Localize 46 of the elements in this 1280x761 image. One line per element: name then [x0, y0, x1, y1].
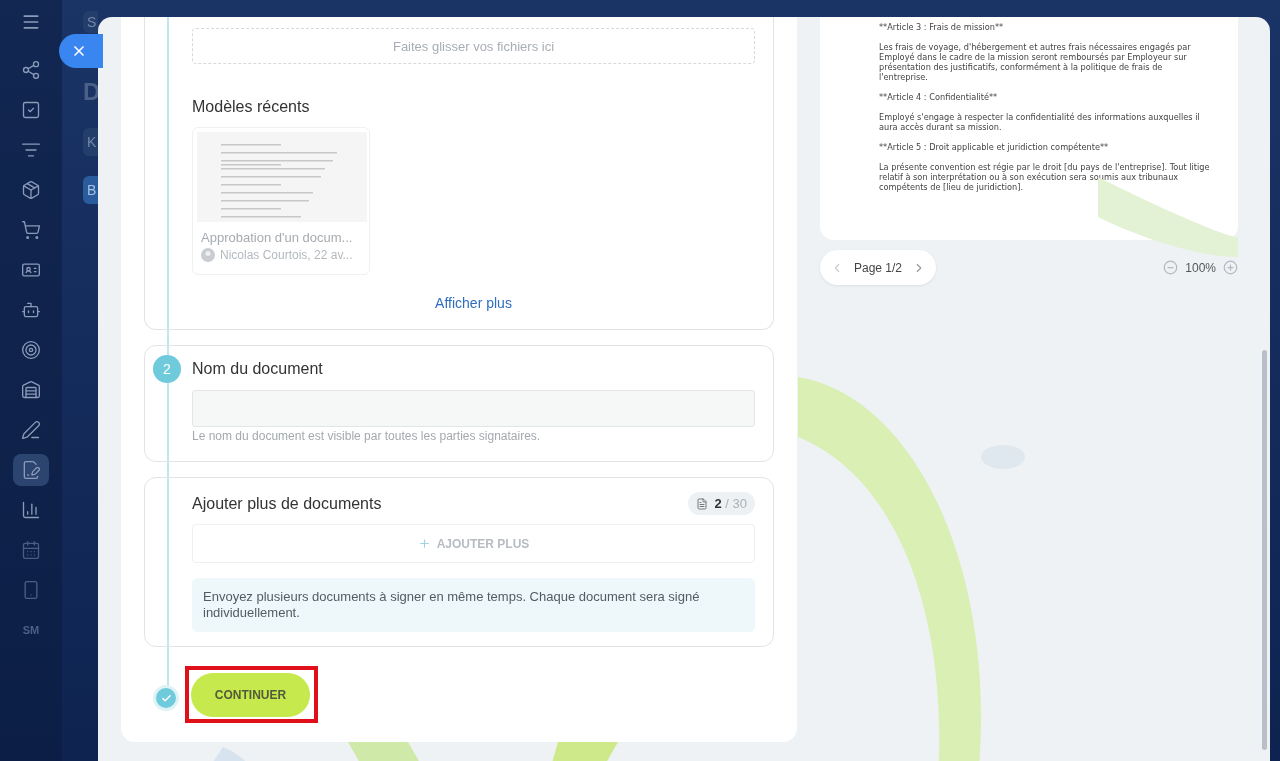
document-paragraph: Employé s'engage à respecter la confidentialité des informations auxquelles il aura accès durant sa mission. [879, 112, 1201, 132]
calendar-icon [21, 540, 41, 560]
document-name-input[interactable] [192, 390, 755, 427]
document-paragraph: **Article 5 : Droit applicable et juridiction compétente** [879, 142, 1110, 152]
step-number: 2 [153, 355, 181, 383]
field-hint: Le nom du document est visible par toutes les parties signataires. [192, 429, 542, 443]
share-icon [21, 60, 41, 80]
menu-icon[interactable] [21, 12, 41, 32]
template-author: Nicolas Courtois, 22 av... [220, 248, 353, 262]
section-title: Ajouter plus de documents [192, 494, 382, 513]
info-message: Envoyez plusieurs documents à signer en même temps. Chaque document sera signé individuellement. [192, 578, 755, 632]
pen-icon [21, 420, 41, 440]
show-more-link[interactable]: Afficher plus [435, 295, 512, 311]
document-counter: 2 / 30 [688, 492, 755, 515]
template-name: Approbation d'un docum... [201, 230, 354, 245]
section-title: Nom du document [192, 360, 324, 378]
search-field[interactable]: S [83, 11, 98, 33]
document-paragraph: **Article 4 : Confidentialité** [879, 92, 999, 102]
document-icon [696, 497, 709, 510]
continue-button[interactable]: CONTINUER [191, 673, 310, 717]
page-label: Page 1/2 [854, 260, 903, 275]
section-title: Modèles récents [192, 98, 311, 116]
scrollbar[interactable] [1262, 350, 1267, 750]
avatar-icon [201, 248, 215, 262]
plus-icon [417, 537, 431, 550]
add-more-button[interactable]: AJOUTER PLUS [192, 524, 755, 563]
bar-chart-icon [21, 500, 41, 520]
sidebar-item[interactable]: SM [13, 614, 49, 646]
robot-icon [21, 300, 41, 320]
template-card[interactable]: Approbation d'un docum... Nicolas Courtois, 22 av... [192, 127, 370, 275]
package-icon [21, 180, 41, 200]
target-icon [21, 340, 41, 360]
document-sign-icon [21, 460, 41, 480]
close-button[interactable] [59, 34, 103, 68]
dropzone[interactable]: Faites glisser vos fichiers ici [192, 28, 755, 64]
document-paragraph: **Article 3 : Frais de mission** [879, 22, 1005, 32]
check-icon [153, 685, 179, 711]
checkbox-icon [21, 100, 41, 120]
background-button[interactable]: B [83, 176, 98, 204]
warehouse-icon [21, 380, 41, 400]
sidebar-item[interactable] [13, 454, 49, 486]
close-icon [71, 43, 87, 59]
cart-icon [21, 220, 41, 240]
zoom-level: 100% [1185, 260, 1216, 275]
background-button[interactable]: K [83, 128, 98, 156]
document-paragraph: Les frais de voyage, d'hébergement et autres frais nécessaires engagés par Employé dans le cadre de la mission seront remboursés par Employeur sur présentation des justificatifs, conformément à la politique de frais de l'entreprise. [879, 42, 1192, 82]
